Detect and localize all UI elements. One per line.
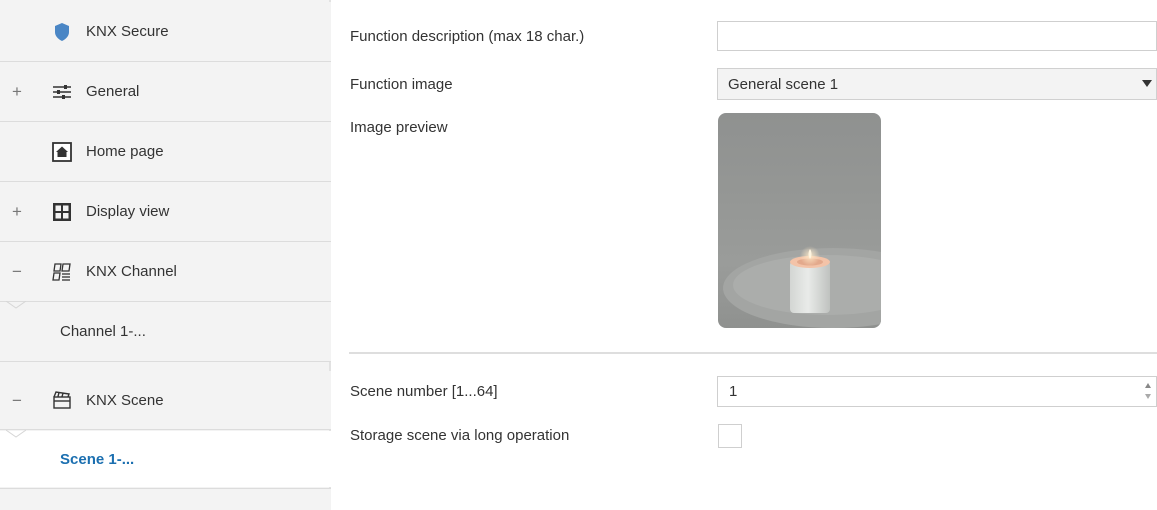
function-description-label: Function description (max 18 char.)	[350, 28, 585, 45]
sidebar-item-channel-1[interactable]: Channel 1-...	[0, 301, 331, 362]
expand-icon[interactable]: +	[10, 83, 24, 100]
sidebar-panel: KNX Secure + General Home page + Display…	[0, 0, 331, 510]
sidebar-item-label: General	[86, 83, 140, 100]
sidebar-item-label: Channel 1-...	[60, 323, 146, 340]
shield-icon	[52, 22, 72, 42]
candle-image	[723, 246, 881, 328]
channel-icon	[52, 262, 72, 282]
sidebar-item-knx-secure[interactable]: KNX Secure	[0, 2, 331, 62]
stepper-arrows[interactable]	[1142, 380, 1154, 404]
section-divider	[349, 352, 1157, 354]
sidebar-item-display-view[interactable]: + Display view	[0, 182, 331, 242]
image-preview-label: Image preview	[350, 119, 448, 136]
expand-icon[interactable]: +	[10, 203, 24, 220]
sidebar-item-label: KNX Secure	[86, 23, 169, 40]
sidebar-item-label: Scene 1-...	[60, 450, 135, 468]
scene-icon	[52, 390, 72, 410]
scene-number-label: Scene number [1...64]	[350, 383, 498, 400]
sidebar-item-label: KNX Scene	[86, 391, 164, 409]
sidebar-item-label: KNX Channel	[86, 263, 177, 280]
sidebar-item-label: Home page	[86, 143, 164, 160]
collapse-icon[interactable]: −	[10, 392, 24, 409]
function-image-value: General scene 1	[728, 75, 839, 93]
image-preview	[718, 113, 881, 328]
storage-scene-checkbox[interactable]	[718, 424, 742, 448]
tree-notch-icon	[6, 430, 26, 438]
chevron-down-icon	[1142, 80, 1152, 87]
sidebar-item-knx-scene[interactable]: − KNX Scene	[0, 371, 331, 430]
stepper-down-icon[interactable]	[1145, 394, 1151, 399]
sidebar-item-label: Display view	[86, 203, 170, 220]
function-description-input[interactable]	[717, 21, 1157, 51]
function-image-label: Function image	[350, 76, 453, 93]
scene-number-value: 1	[729, 383, 738, 400]
sliders-icon	[52, 82, 72, 102]
stepper-up-icon[interactable]	[1145, 383, 1151, 388]
function-image-select[interactable]: General scene 1	[717, 68, 1157, 100]
sidebar: KNX Secure + General Home page + Display…	[0, 0, 333, 510]
home-icon	[52, 141, 72, 162]
sidebar-item-general[interactable]: + General	[0, 62, 331, 122]
sidebar-item-scene-1[interactable]: Scene 1-...	[0, 430, 331, 487]
sidebar-item-partial	[0, 488, 331, 510]
sidebar-item-knx-channel[interactable]: − KNX Channel	[0, 242, 331, 302]
grid-icon	[52, 202, 72, 222]
scene-number-stepper[interactable]: 1	[717, 376, 1157, 407]
sidebar-item-home-page[interactable]: Home page	[0, 122, 331, 182]
parameter-panel: Function description (max 18 char.) Func…	[333, 0, 1157, 510]
collapse-icon[interactable]: −	[10, 263, 24, 280]
storage-scene-label: Storage scene via long operation	[350, 427, 570, 444]
tree-notch-icon	[6, 301, 26, 309]
